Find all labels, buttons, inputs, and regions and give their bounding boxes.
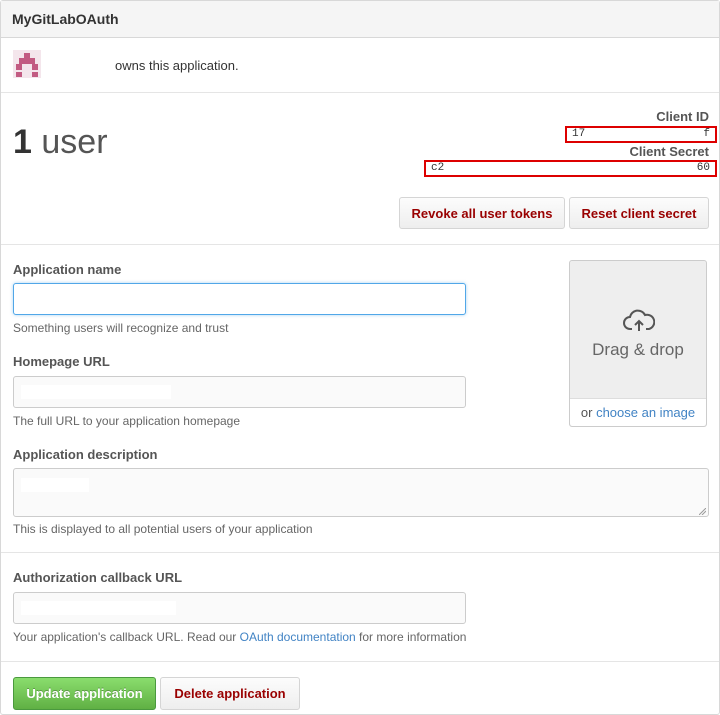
callback-label: Authorization callback URL [13, 570, 183, 585]
panel-header: MyGitLabOAuth [1, 1, 719, 38]
revoke-tokens-button[interactable]: Revoke all user tokens [399, 197, 565, 229]
dropzone-text: Drag & drop [592, 340, 684, 359]
app-name-hint: Something users will recognize and trust [13, 321, 229, 335]
app-name-label: Application name [13, 262, 122, 277]
homepage-label: Homepage URL [13, 354, 110, 369]
logo-dropzone[interactable]: Drag & drop or choose an image [569, 260, 707, 427]
client-secret-value[interactable]: c2 60 [424, 160, 717, 177]
choose-image-link[interactable]: choose an image [596, 405, 695, 420]
application-panel: MyGitLabOAuth owns this application. 1 u… [0, 0, 720, 715]
client-id-label: Client ID [656, 109, 709, 124]
dropzone-or-text: or [580, 405, 597, 420]
user-count-label: user [41, 123, 108, 161]
client-id-value[interactable]: 17 f [565, 126, 717, 143]
avatar[interactable] [13, 50, 41, 78]
owner-row: owns this application. [1, 38, 719, 93]
client-secret-label: Client Secret [629, 144, 709, 159]
cloud-upload-icon [623, 309, 655, 331]
resize-handle-icon[interactable] [699, 508, 706, 515]
reset-secret-button[interactable]: Reset client secret [569, 197, 709, 229]
description-textarea[interactable] [13, 468, 709, 517]
form-actions: Update application Delete application [1, 662, 719, 714]
redacted-value [21, 385, 171, 399]
app-name-input[interactable] [13, 283, 466, 315]
app-title: MyGitLabOAuth [12, 11, 119, 27]
callback-hint: Your application's callback URL. Read ou… [13, 630, 467, 644]
delete-application-button[interactable]: Delete application [160, 677, 300, 710]
description-hint: This is displayed to all potential users… [13, 522, 313, 536]
app-settings-form: Application name Something users will re… [1, 245, 719, 553]
callback-section: Authorization callback URL Your applicat… [1, 553, 719, 662]
oauth-docs-link[interactable]: OAuth documentation [240, 630, 356, 644]
stats-section: 1 user Client ID 17 f Client Secret c2 6… [1, 93, 719, 245]
owner-text: owns this application. [115, 58, 239, 73]
redacted-value [21, 601, 176, 615]
update-application-button[interactable]: Update application [13, 677, 156, 710]
description-label: Application description [13, 447, 158, 462]
user-count-number: 1 [13, 123, 32, 161]
homepage-hint: The full URL to your application homepag… [13, 414, 241, 428]
dropzone-footer: or choose an image [570, 398, 706, 426]
user-count: 1 user [13, 123, 108, 162]
redacted-value [21, 478, 89, 492]
